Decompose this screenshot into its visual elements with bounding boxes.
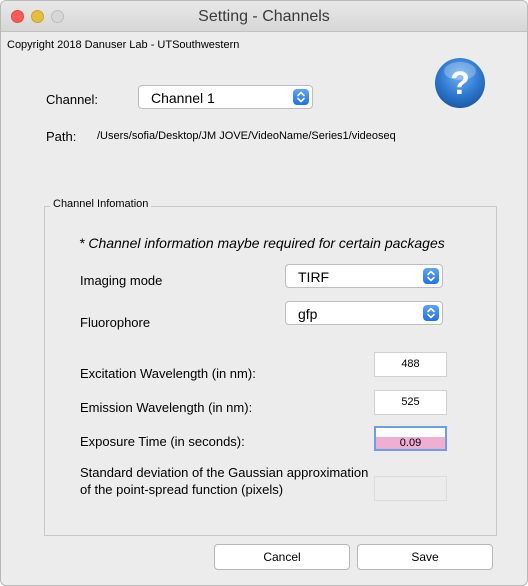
help-glyph: ? — [450, 65, 470, 101]
chevron-updown-icon — [293, 89, 309, 105]
channel-select-value: Channel 1 — [151, 90, 215, 106]
settings-window: Setting - Channels Copyright 2018 Danuse… — [0, 0, 528, 586]
question-mark-icon[interactable]: ? — [434, 57, 486, 109]
path-label: Path: — [46, 129, 77, 144]
copyright-text: Copyright 2018 Danuser Lab - UTSouthwest… — [7, 39, 240, 51]
path-value: /Users/sofia/Desktop/JM JOVE/VideoName/S… — [97, 130, 396, 142]
psf-label: Standard deviation of the Gaussian appro… — [80, 465, 369, 497]
psf-field — [374, 476, 447, 501]
window-title: Setting - Channels — [198, 8, 330, 25]
cancel-button[interactable]: Cancel — [214, 544, 350, 570]
channel-select[interactable]: Channel 1 — [138, 85, 313, 109]
save-button[interactable]: Save — [357, 544, 493, 570]
channel-label: Channel: — [46, 92, 99, 107]
psf-clip-area: Standard deviation of the Gaussian appro… — [45, 207, 496, 515]
title-bar[interactable]: Setting - Channels — [1, 1, 527, 32]
